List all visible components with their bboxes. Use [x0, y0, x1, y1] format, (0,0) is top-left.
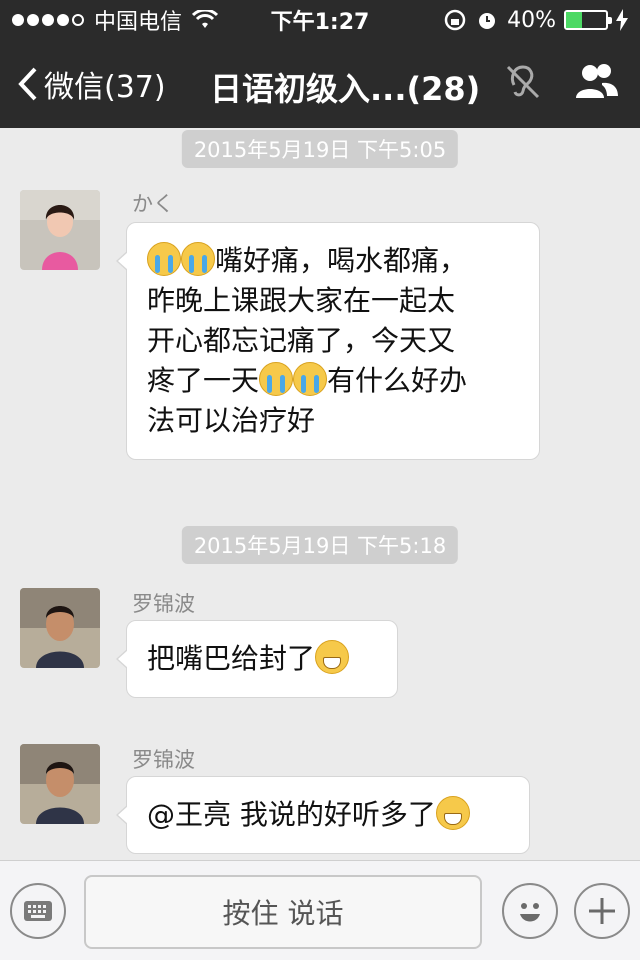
chevron-left-icon: [18, 67, 37, 101]
sender-name: 罗锦波: [132, 748, 195, 772]
emoji-button[interactable]: [502, 883, 558, 939]
message-text: 有什么好办: [327, 364, 468, 397]
charging-icon: [616, 9, 628, 31]
message-text: @王亮 我说的好听多了: [147, 798, 436, 831]
carrier-name: 中国电信: [94, 10, 183, 35]
hold-to-talk-button[interactable]: 按住 说话: [84, 875, 482, 949]
sender-name: 罗锦波: [132, 592, 195, 616]
message-timestamp: 2015年5月19日 下午5:18: [181, 526, 459, 564]
crying-emoji-icon: [181, 242, 215, 276]
message-text: 把嘴巴给封了: [147, 642, 316, 675]
avatar[interactable]: [20, 588, 100, 668]
earpiece-muted-icon: [506, 65, 540, 99]
status-bar: 中国电信 下午1:27 40%: [0, 0, 640, 40]
message-bubble[interactable]: 把嘴巴给封了: [116, 620, 398, 698]
crying-emoji-icon: [293, 362, 328, 396]
emoji-icon: [520, 903, 540, 922]
message-text: 疼了一天: [147, 364, 260, 397]
message-text: 开心都忘记痛了，今天又: [147, 324, 456, 357]
avatar[interactable]: [20, 190, 100, 270]
battery-icon: [564, 10, 612, 30]
message-text: 嘴好痛，喝水都痛，: [215, 244, 468, 277]
wifi-icon: [192, 10, 219, 28]
input-bar: 按住 说话: [0, 860, 640, 960]
alarm-icon: [479, 13, 496, 29]
hold-to-talk-label: 按住 说话: [222, 897, 344, 930]
back-label: 微信(37): [44, 70, 166, 105]
grinning-emoji-icon: [435, 796, 470, 830]
avatar[interactable]: [20, 744, 100, 824]
more-options-button[interactable]: [574, 883, 630, 939]
crying-emoji-icon: [259, 362, 294, 396]
plus-icon: [589, 898, 615, 924]
keyboard-icon: [24, 901, 52, 921]
grinning-emoji-icon: [315, 640, 350, 674]
message-bubble[interactable]: @王亮 我说的好听多了: [116, 776, 530, 854]
battery-percent: 40%: [507, 7, 556, 33]
group-members-icon[interactable]: [574, 62, 620, 100]
sender-name: かく: [132, 192, 174, 216]
signal-strength-icon: [12, 14, 84, 26]
rotation-lock-icon: [444, 9, 466, 31]
crying-emoji-icon: [147, 242, 181, 276]
chat-title: 日语初级入...(28): [210, 70, 481, 108]
nav-bar: 微信(37) 日语初级入...(28): [0, 40, 640, 128]
back-button[interactable]: 微信(37): [0, 62, 166, 106]
message-timestamp: 2015年5月19日 下午5:05: [181, 130, 459, 168]
message-text: 昨晚上课跟大家在一起太: [147, 284, 456, 317]
chat-area[interactable]: 2015年5月19日 下午5:05 かく 嘴好痛，喝水都痛， 昨晚上课跟大家在一…: [0, 128, 640, 860]
keyboard-toggle-button[interactable]: [10, 883, 66, 939]
message-bubble[interactable]: 嘴好痛，喝水都痛， 昨晚上课跟大家在一起太 开心都忘记痛了，今天又 疼了一天 有什…: [116, 222, 540, 460]
message-text: 法可以治疗好: [147, 404, 316, 437]
